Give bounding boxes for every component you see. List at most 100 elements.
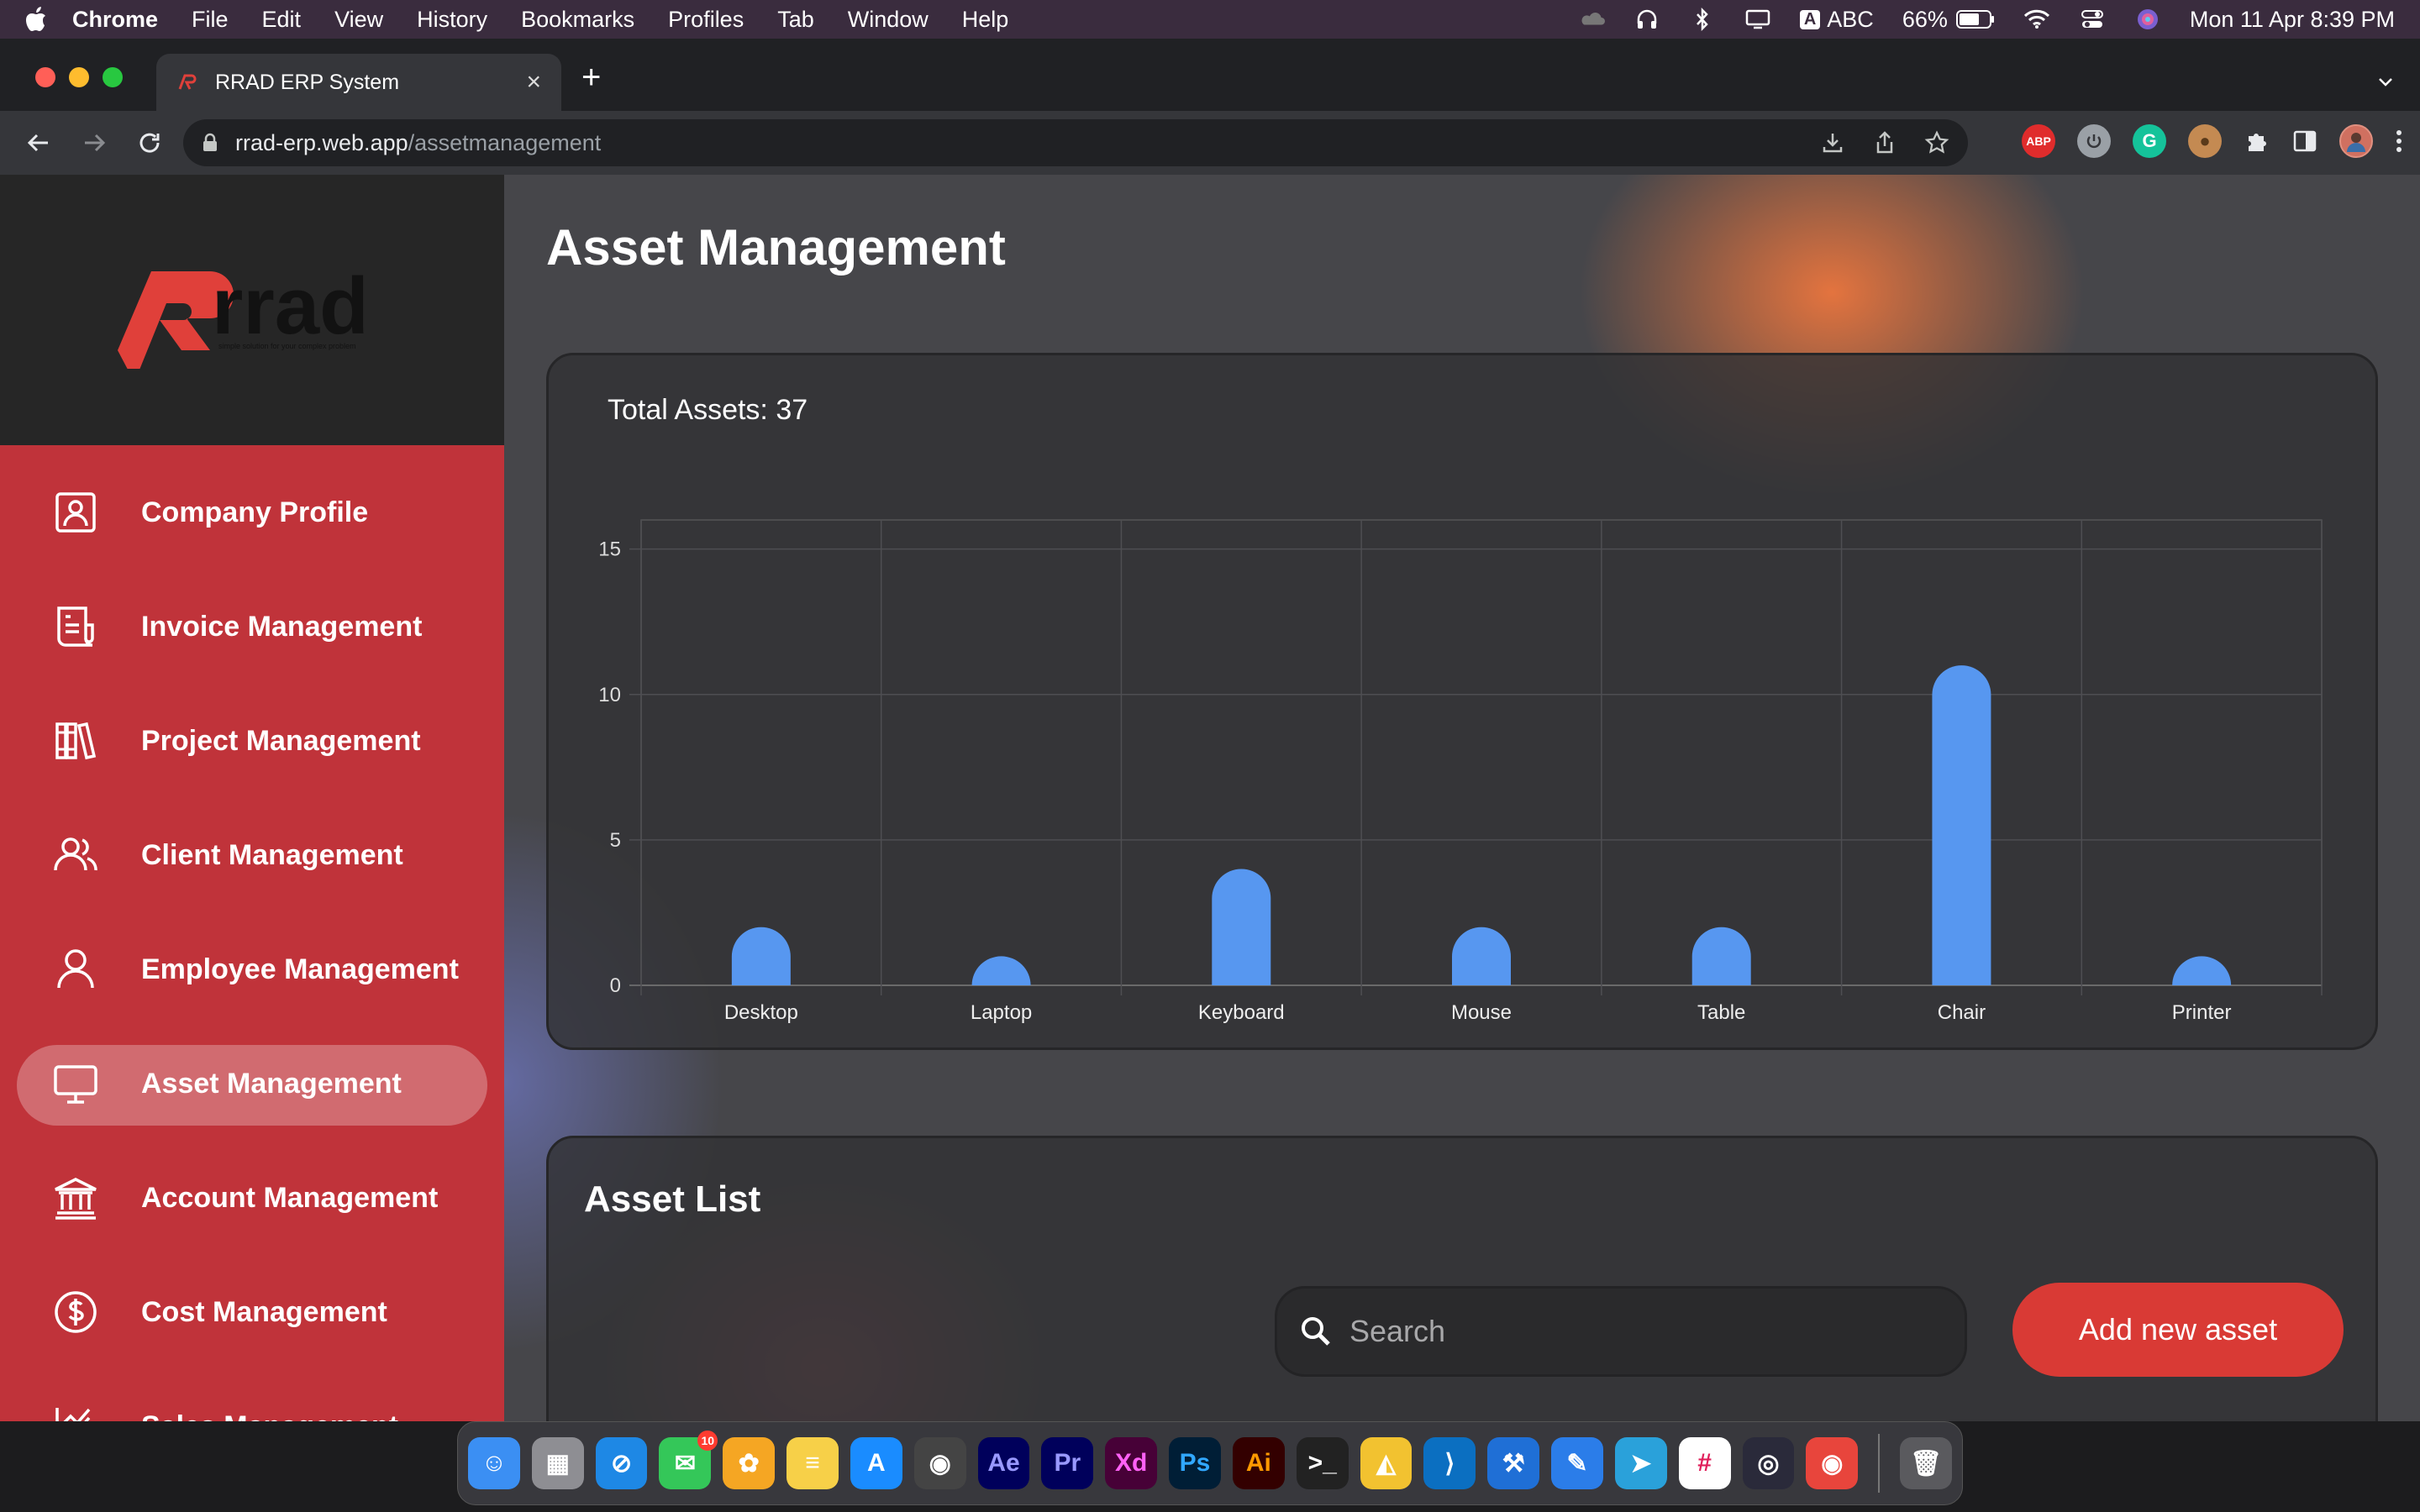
chart-line-icon (55, 1408, 91, 1421)
bar-keyboard[interactable] (1212, 869, 1271, 986)
chrome-menu-icon[interactable] (2395, 128, 2403, 155)
chrome-icon[interactable]: ◉ (1806, 1437, 1859, 1489)
bluetooth-icon[interactable] (1689, 8, 1716, 31)
window-close-button[interactable] (35, 67, 55, 87)
vscode-icon[interactable]: ⟩ (1423, 1437, 1476, 1489)
rrad-logo[interactable]: rrad simple solution for your complex pr… (84, 251, 420, 369)
sidebar-item-project-management[interactable]: Project Management (0, 684, 504, 798)
illustrator-icon[interactable]: Ai (1232, 1437, 1285, 1489)
add-new-asset-button[interactable]: Add new asset (2012, 1283, 2344, 1377)
telegram-icon[interactable]: ➤ (1614, 1437, 1667, 1489)
power-extension-icon[interactable] (2077, 124, 2111, 158)
dock-separator (1878, 1434, 1881, 1493)
search-box[interactable] (1275, 1286, 1967, 1377)
trash-icon[interactable]: 🗑 (1900, 1437, 1953, 1489)
menubar-clock[interactable]: Mon 11 Apr 8:39 PM (2190, 7, 2395, 33)
bookmark-star-icon[interactable] (1924, 130, 1949, 155)
grammarly-icon[interactable]: G (2133, 124, 2166, 158)
wifi-icon[interactable] (2023, 8, 2050, 30)
apple-icon[interactable] (25, 7, 47, 32)
notes-icon[interactable]: ≡ (786, 1437, 839, 1489)
headphones-icon[interactable] (1634, 8, 1660, 30)
search-input[interactable] (1349, 1314, 1938, 1349)
share-icon[interactable] (1872, 130, 1897, 155)
y-tick-label: 10 (598, 684, 621, 706)
photos-icon[interactable]: ✿ (723, 1437, 776, 1489)
sidebar-item-asset-management[interactable]: Asset Management (0, 1026, 504, 1141)
bar-desktop[interactable] (731, 927, 791, 985)
sidebar-item-invoice-management[interactable]: Invoice Management (0, 570, 504, 684)
side-panel-icon[interactable] (2292, 129, 2317, 154)
menu-app-name[interactable]: Chrome (72, 7, 158, 33)
app-store-icon[interactable]: A (850, 1437, 902, 1489)
finder-icon[interactable]: ☺ (468, 1437, 520, 1489)
menu-help[interactable]: Help (962, 7, 1009, 33)
lock-icon[interactable] (202, 133, 218, 153)
menu-view[interactable]: View (334, 7, 383, 33)
bar-mouse[interactable] (1452, 927, 1511, 985)
logo-area: rrad simple solution for your complex pr… (0, 175, 504, 445)
menu-edit[interactable]: Edit (262, 7, 302, 33)
cookie-extension-icon[interactable]: ● (2188, 124, 2222, 158)
after-effects-icon[interactable]: Ae (977, 1437, 1030, 1489)
bar-laptop[interactable] (971, 956, 1031, 985)
browser-tab-strip: RRAD ERP System × + (0, 39, 2420, 111)
messages-icon[interactable]: ✉ 10 (659, 1431, 718, 1489)
android-studio-icon[interactable]: ◭ (1360, 1437, 1413, 1489)
sidebar-item-label: Project Management (141, 724, 421, 757)
sidebar-item-account-management[interactable]: Account Management (0, 1141, 504, 1255)
forward-button[interactable] (77, 126, 111, 160)
bar-printer[interactable] (2172, 956, 2232, 985)
menu-tab[interactable]: Tab (777, 7, 814, 33)
display-icon[interactable] (1744, 8, 1771, 30)
adblock-plus-icon[interactable]: ABP (2022, 124, 2055, 158)
menu-window[interactable]: Window (848, 7, 929, 33)
window-minimize-button[interactable] (69, 67, 89, 87)
sidebar-item-sales-management[interactable]: Sales Management (0, 1369, 504, 1421)
sidebar-item-cost-management[interactable]: Cost Management (0, 1255, 504, 1369)
xcode-icon[interactable]: ⚒ (1487, 1437, 1540, 1489)
davinci-resolve-icon[interactable]: ◉ (913, 1437, 966, 1489)
sidebar-item-company-profile[interactable]: Company Profile (0, 455, 504, 570)
browser-tab-active[interactable]: RRAD ERP System × (156, 54, 561, 111)
menu-history[interactable]: History (417, 7, 487, 33)
xcode-alt-icon[interactable]: ✎ (1551, 1437, 1603, 1489)
bar-chair[interactable] (1932, 665, 1991, 985)
launchpad-icon[interactable]: ▦ (531, 1437, 584, 1489)
menu-file[interactable]: File (192, 7, 229, 33)
tab-close-icon[interactable]: × (526, 68, 541, 97)
sidebar-item-employee-management[interactable]: Employee Management (0, 912, 504, 1026)
control-center-icon[interactable] (2079, 8, 2106, 30)
slack-icon[interactable]: # (1678, 1437, 1731, 1489)
install-app-icon[interactable] (1820, 130, 1845, 155)
y-tick-label: 0 (610, 974, 621, 997)
sidebar-nav: Company Profile Invoice Management Proje… (0, 445, 504, 1421)
obs-icon[interactable]: ◎ (1742, 1437, 1795, 1489)
address-bar[interactable]: rrad-erp.web.app/assetmanagement (183, 119, 1968, 166)
cloud-icon[interactable] (1578, 8, 1605, 30)
reload-button[interactable] (133, 126, 166, 160)
x-tick-label: Table (1697, 1001, 1745, 1024)
back-button[interactable] (22, 126, 55, 160)
asset-chart-card: Total Assets: 37 0 5 10 15 Desktop Laptop Keyb… (546, 353, 2378, 1050)
safari-icon[interactable]: ⊘ (595, 1437, 648, 1489)
url-path: /assetmanagement (408, 129, 602, 155)
siri-icon[interactable] (2134, 8, 2161, 30)
battery-status[interactable]: 66% (1902, 7, 1995, 33)
new-tab-button[interactable]: + (581, 60, 601, 94)
profile-avatar[interactable] (2339, 124, 2373, 158)
menu-profiles[interactable]: Profiles (668, 7, 744, 33)
xd-icon[interactable]: Xd (1105, 1437, 1158, 1489)
logo-tagline: simple solution for your complex problem (218, 342, 356, 350)
window-zoom-button[interactable] (103, 67, 123, 87)
premiere-pro-icon[interactable]: Pr (1041, 1437, 1094, 1489)
extensions-puzzle-icon[interactable] (2244, 128, 2270, 155)
photoshop-icon[interactable]: Ps (1169, 1437, 1221, 1489)
sidebar-item-client-management[interactable]: Client Management (0, 798, 504, 912)
menu-bookmarks[interactable]: Bookmarks (521, 7, 634, 33)
tab-search-chevron-icon[interactable] (2376, 72, 2395, 91)
bar-table[interactable] (1691, 927, 1751, 985)
input-source[interactable]: A ABC (1799, 7, 1874, 33)
user-icon (57, 949, 94, 989)
terminal-icon[interactable]: >_ (1296, 1437, 1349, 1489)
